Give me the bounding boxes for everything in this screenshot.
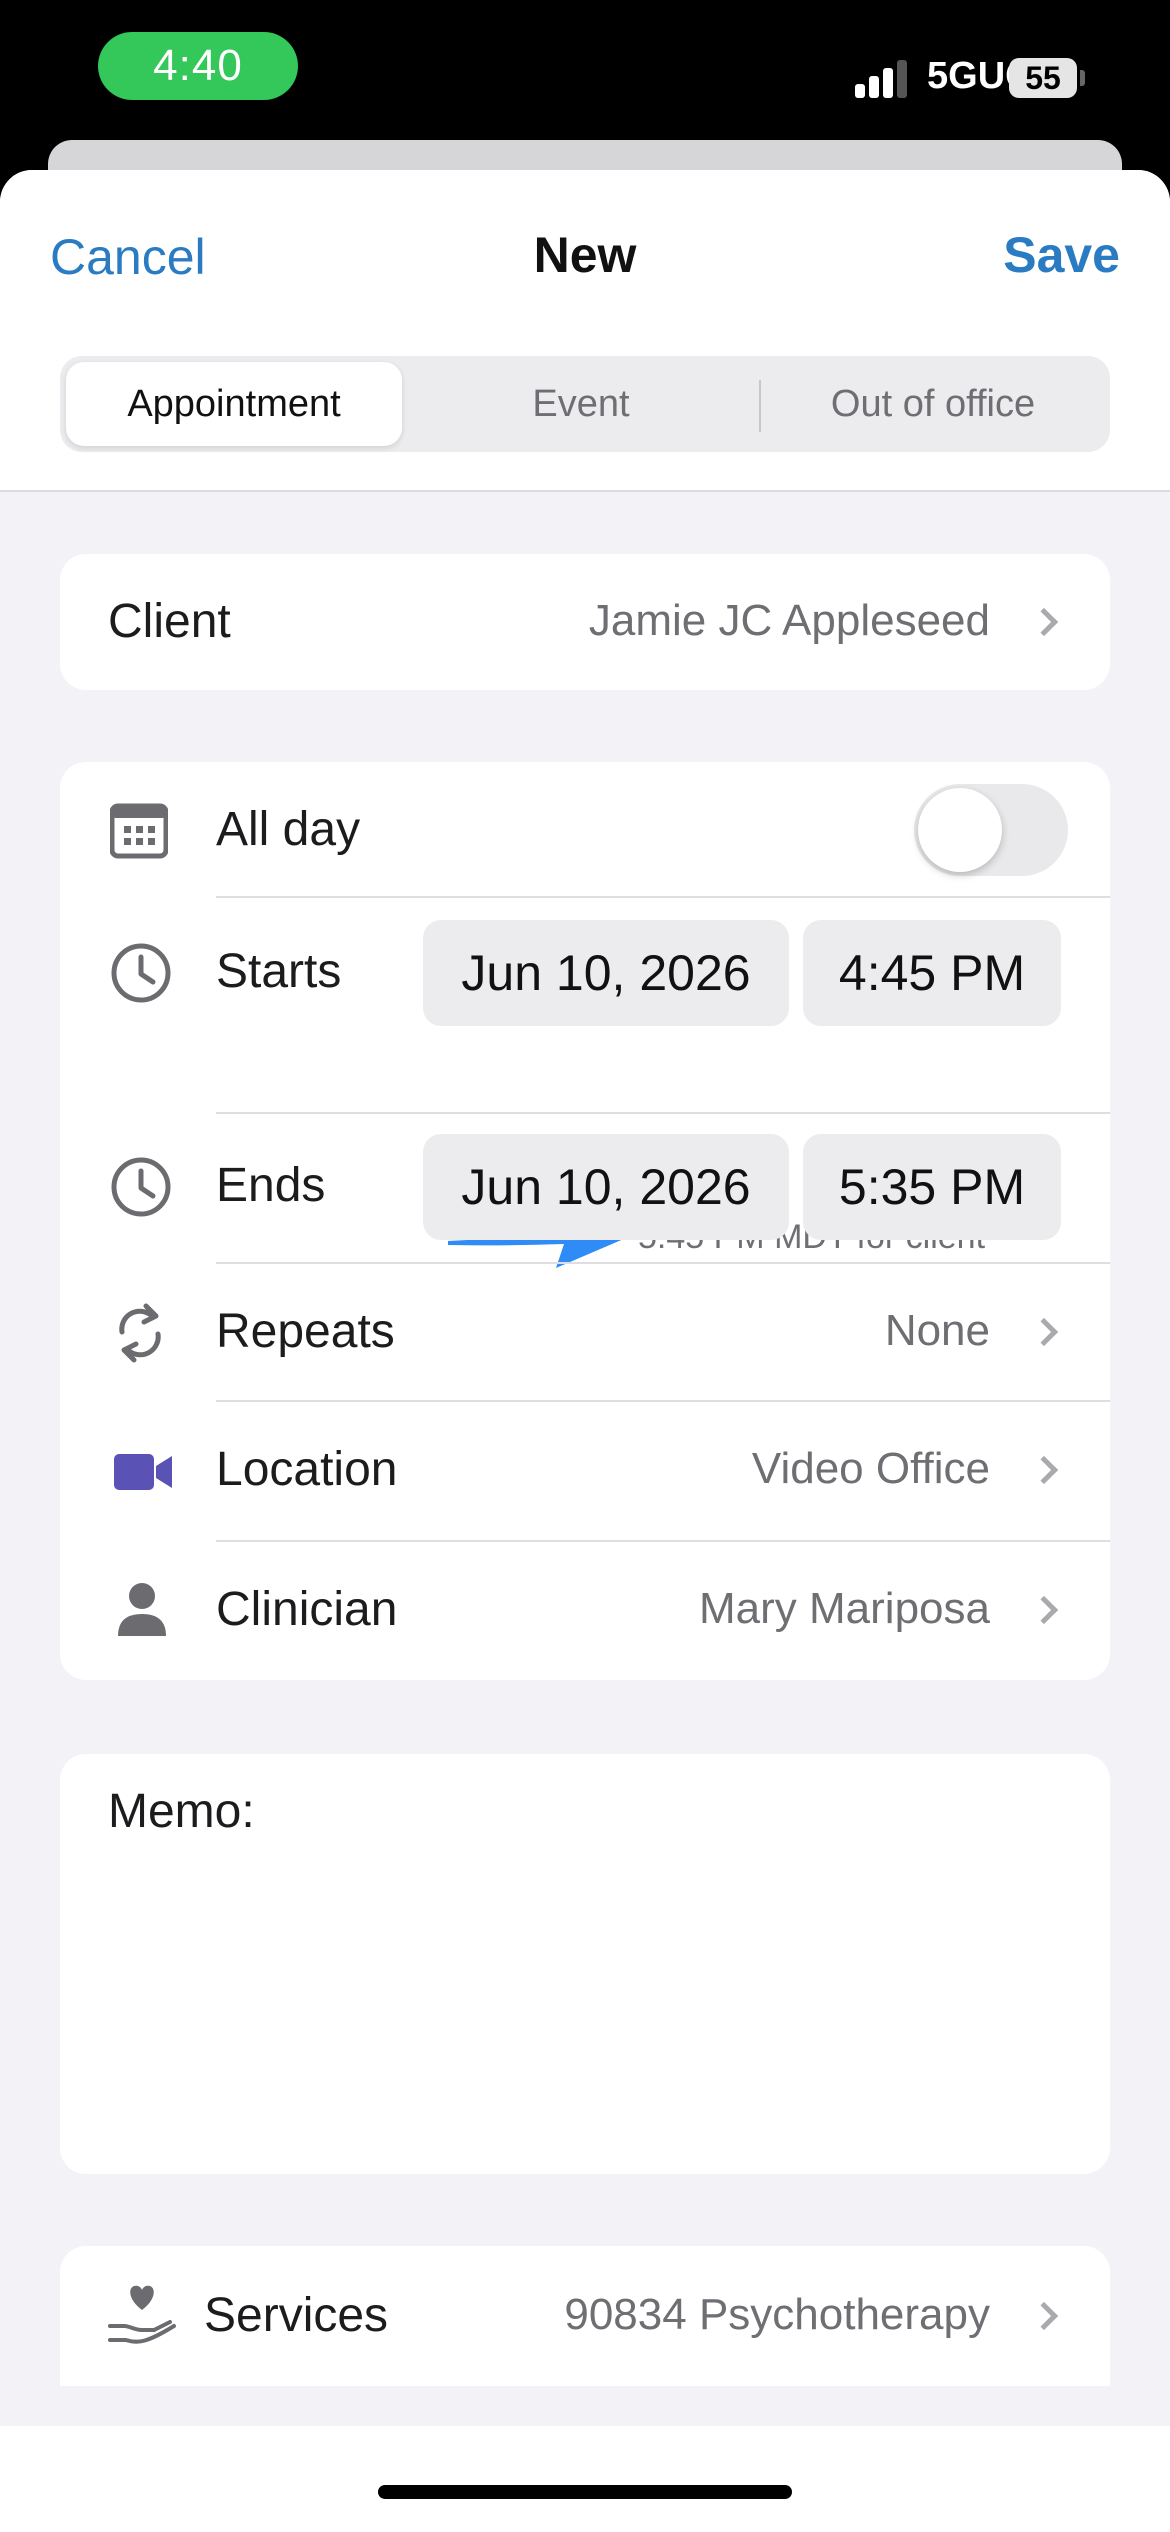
start-time-picker[interactable]: 4:45 PM: [803, 920, 1061, 1026]
battery-icon: 55: [1009, 58, 1077, 98]
schedule-card: All day Starts Jun 10, 2026 4:45 PM 5:45…: [60, 762, 1110, 1680]
home-indicator-area: [0, 2426, 1170, 2532]
client-label: Client: [108, 595, 231, 648]
client-value: Jamie JC Appleseed: [588, 596, 990, 645]
repeat-icon: [112, 1302, 168, 1364]
chevron-right-icon: [1029, 1455, 1059, 1485]
status-time: 4:40: [98, 32, 298, 100]
location-row[interactable]: Location Video Office: [60, 1402, 1110, 1540]
home-indicator[interactable]: [378, 2485, 792, 2499]
location-value: Video Office: [751, 1444, 990, 1493]
clock-icon: [110, 942, 172, 1004]
tab-out-of-office[interactable]: Out of office: [762, 362, 1104, 446]
starts-label: Starts: [216, 945, 342, 998]
end-date-picker[interactable]: Jun 10, 2026: [423, 1134, 789, 1240]
start-date-picker[interactable]: Jun 10, 2026: [423, 920, 789, 1026]
all-day-label: All day: [216, 803, 361, 856]
segment-divider: [759, 380, 761, 432]
chevron-right-icon: [1029, 1595, 1059, 1625]
page-title: New: [533, 227, 637, 283]
services-value: 90834 Psychotherapy: [564, 2290, 990, 2339]
ends-label: Ends: [216, 1159, 326, 1212]
all-day-toggle[interactable]: [914, 784, 1068, 876]
toggle-knob: [918, 788, 1002, 872]
sheet-header: Cancel New Save Appointment Event Out of…: [0, 170, 1170, 492]
cellular-signal-icon: [855, 58, 915, 98]
battery-tip: [1080, 70, 1085, 86]
video-camera-icon: [114, 1452, 174, 1492]
calendar-icon: [109, 802, 169, 860]
chevron-right-icon: [1029, 2301, 1059, 2331]
client-row[interactable]: Client Jamie JC Appleseed: [60, 554, 1110, 690]
clinician-row[interactable]: Clinician Mary Mariposa: [60, 1542, 1110, 1680]
services-label: Services: [204, 2289, 389, 2342]
chevron-right-icon: [1029, 1317, 1059, 1347]
end-time-picker[interactable]: 5:35 PM: [803, 1134, 1061, 1240]
repeats-row[interactable]: Repeats None: [60, 1264, 1110, 1400]
services-row[interactable]: Services 90834 Psychotherapy: [60, 2246, 1110, 2386]
location-label: Location: [216, 1443, 398, 1496]
heart-hand-icon: [104, 2276, 180, 2352]
clinician-label: Clinician: [216, 1583, 398, 1636]
tab-appointment[interactable]: Appointment: [66, 362, 402, 446]
memo-field[interactable]: Memo:: [60, 1754, 1110, 2174]
cancel-button[interactable]: Cancel: [50, 228, 206, 286]
divider: [216, 1112, 1110, 1114]
chevron-right-icon: [1029, 607, 1059, 637]
save-button[interactable]: Save: [1003, 226, 1120, 284]
divider: [216, 896, 1110, 898]
person-icon: [116, 1582, 168, 1638]
clinician-value: Mary Mariposa: [699, 1584, 990, 1633]
new-appointment-sheet: Cancel New Save Appointment Event Out of…: [0, 170, 1170, 2532]
clock-icon: [110, 1156, 172, 1218]
event-type-segmented-control: Appointment Event Out of office: [60, 356, 1110, 452]
repeats-label: Repeats: [216, 1305, 395, 1358]
status-bar: 4:40 5GUC 55: [0, 0, 1170, 150]
memo-label: Memo:: [108, 1785, 255, 1838]
repeats-value: None: [884, 1306, 990, 1355]
tab-event[interactable]: Event: [406, 362, 756, 446]
